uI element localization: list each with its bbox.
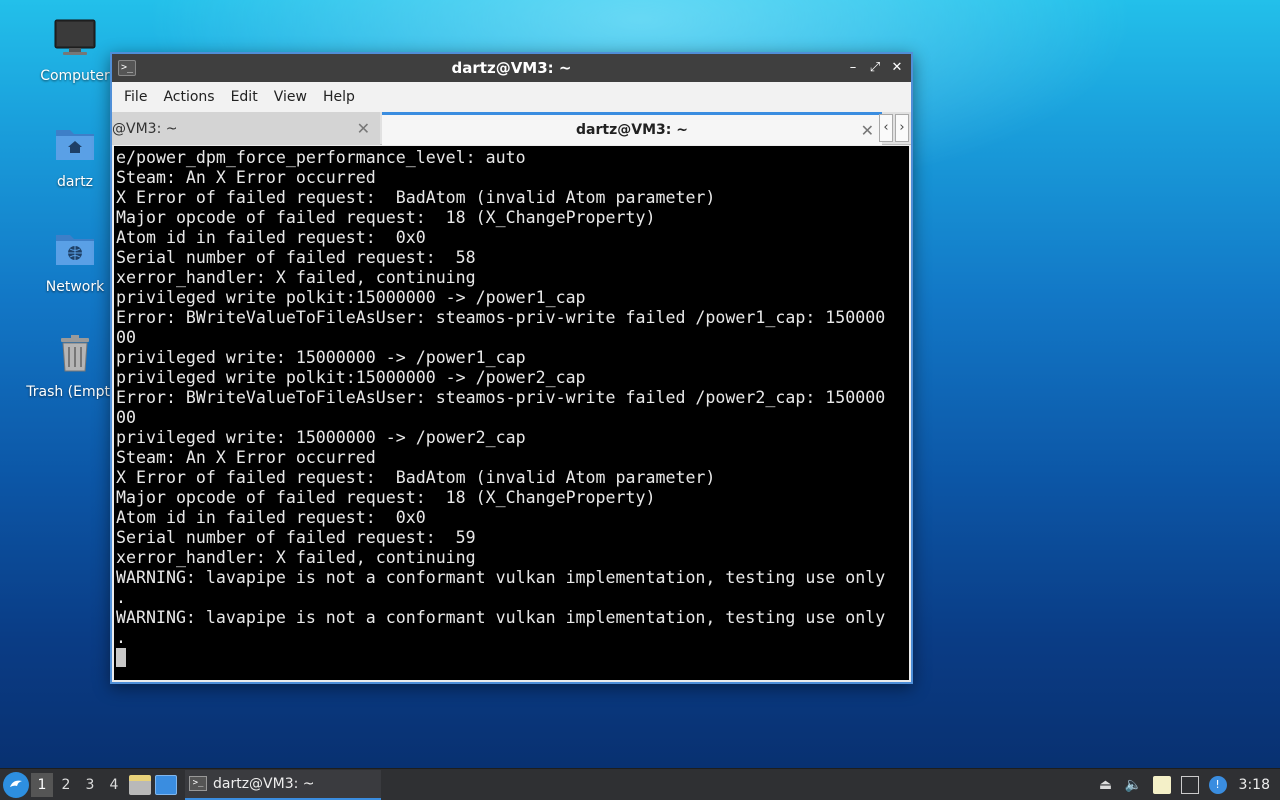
tab-bar: @VM3: ~ ✕ dartz@VM3: ~ ✕ ‹ ›	[112, 112, 911, 145]
terminal-line: WARNING: lavapipe is not a conformant vu…	[116, 568, 886, 587]
tab-active[interactable]: dartz@VM3: ~ ✕	[382, 112, 882, 145]
maximize-button[interactable]: ⤢	[867, 60, 883, 76]
terminal-line: Atom id in failed request: 0x0	[116, 508, 426, 527]
taskbar-task-terminal[interactable]: >_ dartz@VM3: ~	[185, 769, 381, 800]
tab-scroll-arrows: ‹ ›	[879, 114, 909, 142]
terminal-line: .	[116, 628, 126, 647]
home-folder-icon	[56, 130, 94, 160]
terminal-app-icon: >_	[118, 60, 136, 76]
trash-icon	[61, 335, 89, 372]
clipboard-icon[interactable]	[1152, 775, 1171, 794]
terminal-line: .	[116, 588, 126, 607]
tab-label: @VM3: ~	[112, 120, 178, 137]
close-button[interactable]: ✕	[889, 60, 905, 76]
terminal-cursor	[116, 648, 126, 667]
menu-edit[interactable]: Edit	[223, 89, 266, 105]
clock[interactable]: 3:18	[1239, 777, 1270, 793]
terminal-line: Serial number of failed request: 58	[116, 248, 476, 267]
terminal-line: Major opcode of failed request: 18 (X_Ch…	[116, 488, 656, 507]
taskbar: 1 2 3 4 >_ dartz@VM3: ~ ⏏ 🔈 ! 3:18	[0, 768, 1280, 800]
terminal-line: 00	[116, 328, 136, 347]
menu-help[interactable]: Help	[315, 89, 363, 105]
terminal-line: Serial number of failed request: 59	[116, 528, 476, 547]
terminal-line: 00	[116, 408, 136, 427]
window-titlebar[interactable]: >_ dartz@VM3: ~ – ⤢ ✕	[112, 54, 911, 82]
window-controls: – ⤢ ✕	[845, 60, 905, 76]
terminal-line: Major opcode of failed request: 18 (X_Ch…	[116, 208, 656, 227]
terminal-line: e/power_dpm_force_performance_level: aut…	[116, 148, 526, 167]
tab-scroll-right-button[interactable]: ›	[895, 114, 909, 142]
tab-label: dartz@VM3: ~	[576, 122, 688, 138]
network-folder-icon	[56, 235, 94, 265]
terminal-output[interactable]: e/power_dpm_force_performance_level: aut…	[114, 146, 909, 680]
monitor-icon	[54, 19, 96, 55]
terminal-line: xerror_handler: X failed, continuing	[116, 548, 476, 567]
workspace-2[interactable]: 2	[55, 773, 77, 797]
terminal-prompt-line[interactable]	[116, 648, 909, 668]
volume-icon[interactable]: 🔈	[1125, 776, 1143, 794]
tab-close-icon[interactable]: ✕	[357, 119, 370, 138]
terminal-line: xerror_handler: X failed, continuing	[116, 268, 476, 287]
tab-scroll-left-button[interactable]: ‹	[879, 114, 893, 142]
terminal-line: X Error of failed request: BadAtom (inva…	[116, 468, 716, 487]
system-tray: ⏏ 🔈 ! 3:18	[1097, 775, 1270, 794]
eject-icon[interactable]: ⏏	[1097, 776, 1115, 794]
terminal-line: Steam: An X Error occurred	[116, 168, 376, 187]
show-desktop-icon[interactable]	[155, 774, 177, 795]
terminal-line: privileged write polkit:15000000 -> /pow…	[116, 288, 586, 307]
terminal-line: privileged write: 15000000 -> /power1_ca…	[116, 348, 526, 367]
menu-file[interactable]: File	[116, 89, 155, 105]
terminal-line: Steam: An X Error occurred	[116, 448, 376, 467]
workspace-4[interactable]: 4	[103, 773, 125, 797]
terminal-task-icon: >_	[189, 776, 207, 791]
workspace-1[interactable]: 1	[31, 772, 53, 797]
terminal-line: WARNING: lavapipe is not a conformant vu…	[116, 608, 886, 627]
terminal-line: privileged write: 15000000 -> /power2_ca…	[116, 428, 526, 447]
workspace-3[interactable]: 3	[79, 773, 101, 797]
terminal-line: Atom id in failed request: 0x0	[116, 228, 426, 247]
terminal-line: Error: BWriteValueToFileAsUser: steamos-…	[116, 308, 886, 327]
start-menu-button[interactable]	[3, 771, 29, 798]
file-manager-launcher-icon[interactable]	[129, 774, 151, 795]
terminal-line: Error: BWriteValueToFileAsUser: steamos-…	[116, 388, 886, 407]
network-status-icon[interactable]	[1180, 775, 1199, 794]
tab-close-icon[interactable]: ✕	[861, 121, 874, 140]
menu-actions[interactable]: Actions	[155, 89, 222, 105]
terminal-line: X Error of failed request: BadAtom (inva…	[116, 188, 716, 207]
menu-view[interactable]: View	[266, 89, 315, 105]
terminal-line: privileged write polkit:15000000 -> /pow…	[116, 368, 586, 387]
terminal-window[interactable]: >_ dartz@VM3: ~ – ⤢ ✕ File Actions Edit …	[110, 52, 913, 684]
tab-inactive[interactable]: @VM3: ~ ✕	[112, 112, 380, 145]
menu-bar: File Actions Edit View Help	[112, 82, 911, 112]
minimize-button[interactable]: –	[845, 60, 861, 76]
lxqt-logo-icon	[4, 772, 28, 797]
window-title: dartz@VM3: ~	[451, 59, 572, 77]
update-notifier-icon[interactable]: !	[1208, 775, 1227, 794]
task-label: dartz@VM3: ~	[213, 775, 315, 792]
